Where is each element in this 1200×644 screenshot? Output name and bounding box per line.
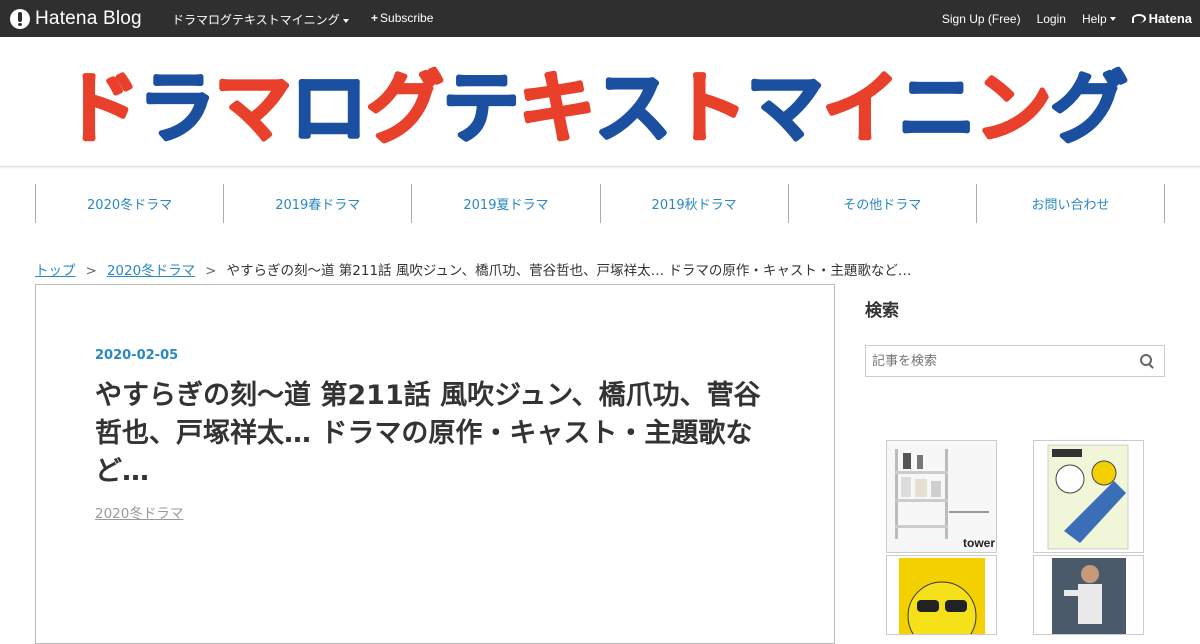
hatena-logo[interactable]: Hatena	[1131, 11, 1192, 26]
search-section-title: 検索	[865, 301, 899, 321]
breadcrumb-separator: >	[205, 263, 217, 279]
logo-char: ラ	[138, 64, 216, 151]
logo-char: マ	[746, 64, 824, 151]
logo-char: ス	[594, 64, 672, 151]
hatena-bird-icon	[1131, 14, 1146, 23]
plus-icon: +	[371, 11, 379, 25]
product-ad-shelf[interactable]: tower	[886, 440, 997, 553]
nav-item-2019-summer[interactable]: 2019夏ドラマ	[411, 184, 599, 223]
blog-name-menu[interactable]: ドラマログテキストマイニング	[172, 11, 349, 28]
blog-title-logo[interactable]: ド ラ マ ロ グ テ キ ス ト マ イ ニ ン グ	[62, 61, 1138, 152]
logo-char: キ	[518, 64, 596, 151]
hatena-logo-text: Hatena	[1148, 11, 1192, 26]
breadcrumb-category-link[interactable]: 2020冬ドラマ	[107, 263, 195, 279]
article-card: 2020-02-05 やすらぎの刻～道 第211話 風吹ジュン、橋爪功、菅谷哲也…	[35, 284, 835, 644]
category-nav: 2020冬ドラマ 2019春ドラマ 2019夏ドラマ 2019秋ドラマ その他ド…	[35, 184, 1166, 223]
hatena-blog-logo-text: Hatena Blog	[35, 8, 142, 29]
blog-header: ド ラ マ ロ グ テ キ ス ト マ イ ニ ン グ	[0, 37, 1200, 167]
logo-char: ト	[670, 64, 748, 151]
breadcrumb-separator: >	[85, 263, 97, 279]
logo-char: マ	[214, 64, 292, 151]
nav-item-2020-winter[interactable]: 2020冬ドラマ	[35, 184, 223, 223]
product-ad-baseball[interactable]	[1033, 555, 1144, 635]
hatena-blog-logo[interactable]: Hatena Blog	[10, 7, 142, 31]
logo-char: ド	[62, 64, 140, 151]
breadcrumb-current: やすらぎの刻～道 第211話 風吹ジュン、橋爪功、菅谷哲也、戸塚祥太… ドラマの…	[226, 263, 912, 279]
logo-char: ロ	[290, 64, 368, 151]
logo-char: グ	[1050, 64, 1128, 151]
sticker-product-image	[1034, 441, 1143, 552]
logo-char: イ	[822, 64, 900, 151]
search-icon[interactable]	[1140, 354, 1154, 368]
blog-name-label: ドラマログテキストマイニング	[172, 13, 340, 27]
topbar-right-group: Sign Up (Free) Login Help Hatena	[926, 11, 1192, 26]
help-label: Help	[1081, 11, 1107, 26]
logo-char: グ	[366, 64, 444, 151]
hatena-blog-logo-icon	[10, 9, 30, 29]
subscribe-button[interactable]: + Subscribe	[371, 11, 433, 25]
breadcrumb: トップ >2020冬ドラマ > やすらぎの刻～道 第211話 風吹ジュン、橋爪功、菅谷…	[35, 259, 911, 279]
sticker-product-image-2	[887, 556, 996, 634]
search-box	[865, 345, 1165, 377]
help-menu[interactable]: Help	[1082, 12, 1116, 26]
signup-link[interactable]: Sign Up (Free)	[942, 12, 1021, 26]
shelf-product-image: tower	[887, 441, 996, 552]
product-ad-sticker[interactable]	[1033, 440, 1144, 553]
nav-item-contact[interactable]: お問い合わせ	[975, 184, 1166, 223]
article-category-link[interactable]: 2020冬ドラマ	[95, 502, 183, 522]
subscribe-label: Subscribe	[380, 11, 434, 25]
search-input[interactable]	[866, 346, 1134, 376]
chevron-down-icon	[342, 18, 349, 23]
nav-item-other[interactable]: その他ドラマ	[787, 184, 976, 223]
nav-item-2019-autumn[interactable]: 2019秋ドラマ	[599, 184, 788, 223]
ad-brand-text: tower	[963, 536, 995, 550]
logo-char: ニ	[898, 64, 976, 151]
product-ad-sticker-2[interactable]	[886, 555, 997, 635]
chevron-down-icon	[1109, 17, 1116, 22]
article-date[interactable]: 2020-02-05	[95, 348, 178, 363]
baseball-player-image	[1034, 556, 1143, 634]
breadcrumb-home-link[interactable]: トップ	[35, 263, 76, 279]
nav-item-2019-spring[interactable]: 2019春ドラマ	[223, 184, 411, 223]
top-navigation-bar: Hatena Blog ドラマログテキストマイニング + Subscribe Si…	[0, 0, 1200, 37]
login-link[interactable]: Login	[1037, 12, 1066, 26]
logo-char: テ	[442, 64, 520, 151]
article-title[interactable]: やすらぎの刻～道 第211話 風吹ジュン、橋爪功、菅谷哲也、戸塚祥太… ドラマの…	[95, 377, 775, 491]
logo-char: ン	[974, 64, 1052, 151]
